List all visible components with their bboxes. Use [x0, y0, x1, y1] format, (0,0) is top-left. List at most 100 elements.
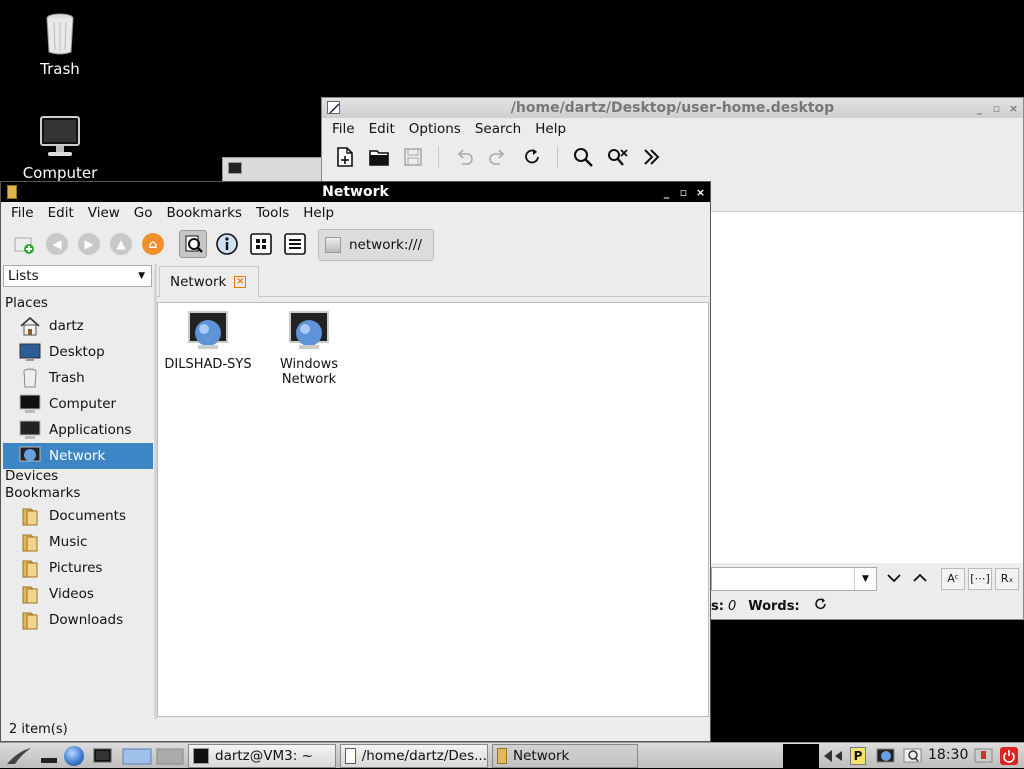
reload-button[interactable] [517, 142, 547, 172]
editor-titlebar[interactable]: /home/dartz/Desktop/user-home.desktop _ … [322, 98, 1023, 118]
save-button[interactable] [398, 142, 428, 172]
file-label: Windows Network [279, 357, 339, 387]
regex-button[interactable]: Rₓ [995, 568, 1019, 590]
location-bar[interactable]: network:/// [318, 229, 434, 261]
menu-go[interactable]: Go [128, 205, 161, 221]
file-item[interactable]: DILSHAD-SYS [158, 303, 258, 372]
editor-text-area[interactable] [711, 211, 1023, 563]
list-view-button[interactable] [281, 230, 309, 258]
home-button[interactable]: ⌂ [142, 233, 164, 255]
find-input[interactable]: ▼ [711, 567, 877, 591]
more-button[interactable] [636, 142, 666, 172]
whole-word-button[interactable]: [⋯] [968, 568, 992, 590]
location-path: network:/// [349, 237, 423, 253]
sidebar-item-documents[interactable]: Documents [3, 503, 153, 529]
folder-open-icon [369, 150, 389, 166]
forward-button[interactable]: ▶ [78, 233, 100, 255]
match-case-button[interactable]: Aᶜ [941, 568, 965, 590]
menu-search[interactable]: Search [469, 121, 529, 137]
menu-file[interactable]: File [326, 121, 363, 137]
undo-button[interactable] [449, 142, 479, 172]
refresh-count-icon[interactable] [814, 597, 828, 615]
sidebar-item-applications[interactable]: Applications [3, 417, 153, 443]
menu-bookmarks[interactable]: Bookmarks [161, 205, 250, 221]
find-next-button[interactable] [881, 572, 907, 587]
find-previous-button[interactable] [907, 572, 933, 587]
side-pane-selector[interactable]: Lists ▼ [3, 265, 152, 287]
back-button[interactable]: ◀ [46, 233, 68, 255]
workspace-1-icon[interactable] [122, 747, 152, 765]
minimize-button[interactable]: _ [661, 187, 672, 198]
task-editor[interactable]: /home/dartz/Des... [340, 744, 488, 768]
desktop-trash[interactable]: Trash [15, 12, 105, 78]
find-button[interactable] [568, 142, 598, 172]
fm-titlebar[interactable]: Network _ ▫ × [1, 182, 710, 202]
sidebar-item-network[interactable]: Network [3, 443, 153, 469]
sidebar-item-downloads[interactable]: Downloads [3, 607, 153, 633]
sidebar-item-music[interactable]: Music [3, 529, 153, 555]
properties-button[interactable] [213, 230, 241, 258]
browser-icon[interactable] [64, 746, 84, 766]
maximize-button[interactable]: ▫ [991, 103, 1002, 114]
task-terminal[interactable]: dartz@VM3: ~ [188, 744, 336, 768]
devices-header[interactable]: Devices [5, 468, 58, 484]
sidebar-item-trash[interactable]: Trash [3, 365, 153, 391]
new-tab-button[interactable] [10, 230, 38, 258]
maximize-button[interactable]: ▫ [678, 187, 689, 198]
menu-edit[interactable]: Edit [42, 205, 82, 221]
redo-button[interactable] [483, 142, 513, 172]
folder-icon [19, 506, 41, 526]
sidebar-item-desktop[interactable]: Desktop [3, 339, 153, 365]
search-files-button[interactable] [179, 230, 207, 258]
close-tab-icon[interactable]: × [234, 276, 247, 288]
menu-help[interactable]: Help [297, 205, 342, 221]
start-menu-icon[interactable] [6, 747, 31, 765]
terminal-launcher-icon[interactable] [93, 747, 112, 765]
task-label: Network [513, 748, 570, 764]
new-file-button[interactable] [330, 142, 360, 172]
sidebar-item-pictures[interactable]: Pictures [3, 555, 153, 581]
file-manager-window[interactable]: Network _ ▫ × File Edit View Go Bookmark… [0, 181, 711, 742]
background-window[interactable] [222, 157, 322, 182]
sidebar-item-computer[interactable]: Computer [3, 391, 153, 417]
arrow-right-icon: ▶ [84, 237, 94, 251]
open-file-button[interactable] [364, 142, 394, 172]
home-icon: ⌂ [148, 237, 158, 251]
icon-view-button[interactable] [247, 230, 275, 258]
close-button[interactable]: × [695, 187, 706, 198]
bookmarks-header[interactable]: Bookmarks [5, 485, 80, 501]
minimize-button[interactable]: _ [974, 103, 985, 114]
clock[interactable]: 18:30 [928, 747, 968, 763]
close-button[interactable]: × [1008, 103, 1019, 114]
menu-edit[interactable]: Edit [363, 121, 403, 137]
menu-tools[interactable]: Tools [250, 205, 297, 221]
network-tray-icon[interactable] [876, 747, 896, 765]
sidebar-item-videos[interactable]: Videos [3, 581, 153, 607]
file-view[interactable]: DILSHAD-SYS Windows Network [157, 302, 709, 717]
sidebar-item-dartz[interactable]: dartz [3, 313, 153, 339]
show-desktop-icon[interactable] [40, 747, 58, 765]
lines-value: 0 [727, 598, 737, 614]
up-button[interactable]: ▲ [110, 233, 132, 255]
side-pane-selector-label: Lists [8, 268, 39, 284]
tab-network[interactable]: Network × [159, 266, 259, 297]
sidebar-item-label: Network [49, 448, 106, 464]
sidebar-item-label: Computer [49, 396, 117, 412]
desktop-computer[interactable]: Computer [15, 116, 105, 182]
editor-find-bar: ▼ Aᶜ [⋯] Rₓ [711, 564, 1023, 594]
volume-icon[interactable] [822, 747, 848, 765]
menu-view[interactable]: View [82, 205, 128, 221]
menu-options[interactable]: Options [403, 121, 469, 137]
file-item[interactable]: Windows Network [259, 303, 359, 387]
menu-file[interactable]: File [5, 205, 42, 221]
search-tray-icon[interactable] [903, 747, 923, 765]
parcellite-icon[interactable]: P [850, 747, 866, 765]
workspace-2-icon[interactable] [156, 747, 184, 765]
task-network[interactable]: Network [492, 744, 638, 768]
taskbar: dartz@VM3: ~ /home/dartz/Des... Network … [0, 742, 1024, 768]
chevron-down-icon[interactable]: ▼ [854, 568, 876, 590]
menu-help[interactable]: Help [529, 121, 574, 137]
user-switch-icon[interactable] [974, 747, 994, 765]
power-icon[interactable] [1000, 747, 1018, 765]
find-replace-button[interactable] [602, 142, 632, 172]
